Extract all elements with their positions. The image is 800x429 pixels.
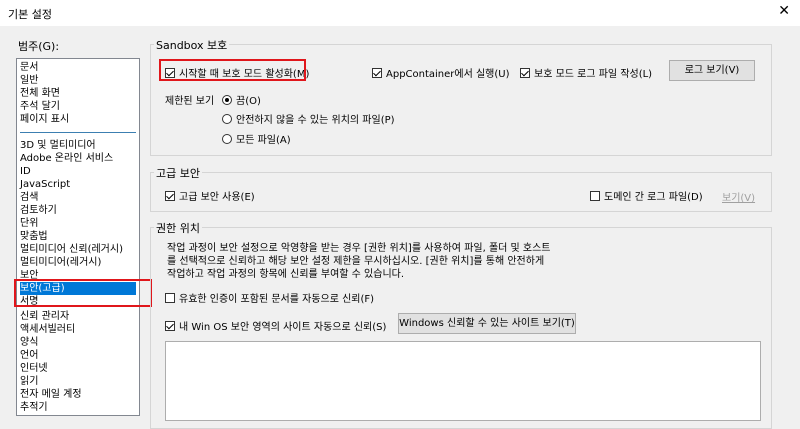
category-item[interactable]: 멀티미디어 신뢰(레거시) xyxy=(20,243,123,256)
checkbox-icon[interactable] xyxy=(165,292,175,303)
category-item[interactable]: JavaScript xyxy=(20,178,70,191)
radio-icon[interactable] xyxy=(222,113,232,124)
category-item[interactable]: 일반 xyxy=(20,74,38,87)
view-link[interactable]: 보기(V) xyxy=(722,189,755,204)
category-item[interactable]: 맞춤법 xyxy=(20,230,48,243)
category-item[interactable]: Adobe 온라인 서비스 xyxy=(20,152,113,165)
category-item[interactable]: 문서 xyxy=(20,61,38,74)
radio-off[interactable]: 끔(O) xyxy=(222,92,261,107)
category-item[interactable]: 멀티미디어(레거시) xyxy=(20,256,101,269)
privileged-locations-title: 권한 위치 xyxy=(154,220,202,236)
category-item[interactable]: ID xyxy=(20,165,31,178)
view-trusted-sites-button[interactable]: Windows 신뢰할 수 있는 사이트 보기(T) xyxy=(398,313,576,334)
category-item[interactable]: 검색 xyxy=(20,191,38,204)
window-title: 기본 설정 xyxy=(8,8,52,21)
close-icon[interactable]: ✕ xyxy=(778,3,790,19)
trust-winos-checkbox[interactable]: 내 Win OS 보안 영역의 사이트 자동으로 신뢰(S) xyxy=(165,318,386,333)
checkbox-icon[interactable] xyxy=(520,67,530,78)
sandbox-title: Sandbox 보호 xyxy=(154,37,230,53)
appcontainer-checkbox[interactable]: AppContainer에서 실행(U) xyxy=(372,65,510,80)
highlight-box xyxy=(14,279,152,307)
category-item[interactable]: 양식 xyxy=(20,336,38,349)
category-item[interactable]: 검토하기 xyxy=(20,204,57,217)
trust-certified-checkbox[interactable]: 유효한 인증이 포함된 문서를 자동으로 신뢰(F) xyxy=(165,290,374,305)
restricted-view-label: 제한된 보기 xyxy=(165,96,215,107)
title-bar: 기본 설정 ✕ xyxy=(0,0,800,26)
checkbox-icon[interactable] xyxy=(590,190,600,201)
checkbox-icon[interactable] xyxy=(165,320,175,331)
enable-advanced-security-checkbox[interactable]: 고급 보안 사용(E) xyxy=(165,188,255,203)
category-separator xyxy=(20,132,136,133)
category-item[interactable]: 페이지 표시 xyxy=(20,113,69,126)
category-item[interactable]: 읽기 xyxy=(20,375,38,388)
privileged-description: 작업 과정이 보안 설정으로 악영향을 받는 경우 [권한 위치]를 사용하여 … xyxy=(167,243,551,280)
category-item[interactable]: 액세서빌러티 xyxy=(20,323,75,336)
category-item[interactable]: 전자 메일 계정 xyxy=(20,388,82,401)
category-item[interactable]: 단위 xyxy=(20,217,38,230)
category-item[interactable]: 추적기 xyxy=(20,401,48,414)
advanced-security-title: 고급 보안 xyxy=(154,165,202,181)
view-log-button[interactable]: 로그 보기(V) xyxy=(669,60,755,81)
highlight-box xyxy=(159,59,306,81)
checkbox-icon[interactable] xyxy=(165,190,175,201)
category-item[interactable]: 3D 및 멀티미디어 xyxy=(20,139,96,152)
radio-all-files[interactable]: 모든 파일(A) xyxy=(222,131,291,146)
category-item[interactable]: 언어 xyxy=(20,349,38,362)
category-item[interactable]: 주석 달기 xyxy=(20,100,60,113)
privileged-locations-list[interactable] xyxy=(165,341,761,421)
category-item[interactable]: 전체 화면 xyxy=(20,87,60,100)
crossdomain-log-checkbox[interactable]: 도메인 간 로그 파일(D) xyxy=(590,188,703,203)
checkbox-icon[interactable] xyxy=(372,67,382,78)
radio-unsafe-locations[interactable]: 안전하지 않을 수 있는 위치의 파일(P) xyxy=(222,111,395,126)
radio-icon[interactable] xyxy=(222,94,232,105)
category-item[interactable]: 신뢰 관리자 xyxy=(20,310,69,323)
protected-log-checkbox[interactable]: 보호 모드 로그 파일 작성(L) xyxy=(520,65,652,80)
radio-icon[interactable] xyxy=(222,133,232,144)
category-item[interactable]: 인터넷 xyxy=(20,362,48,375)
categories-list[interactable]: 문서 일반 전체 화면 주석 달기 페이지 표시 3D 및 멀티미디어 Adob… xyxy=(16,58,140,416)
categories-label: 범주(G): xyxy=(18,40,60,53)
